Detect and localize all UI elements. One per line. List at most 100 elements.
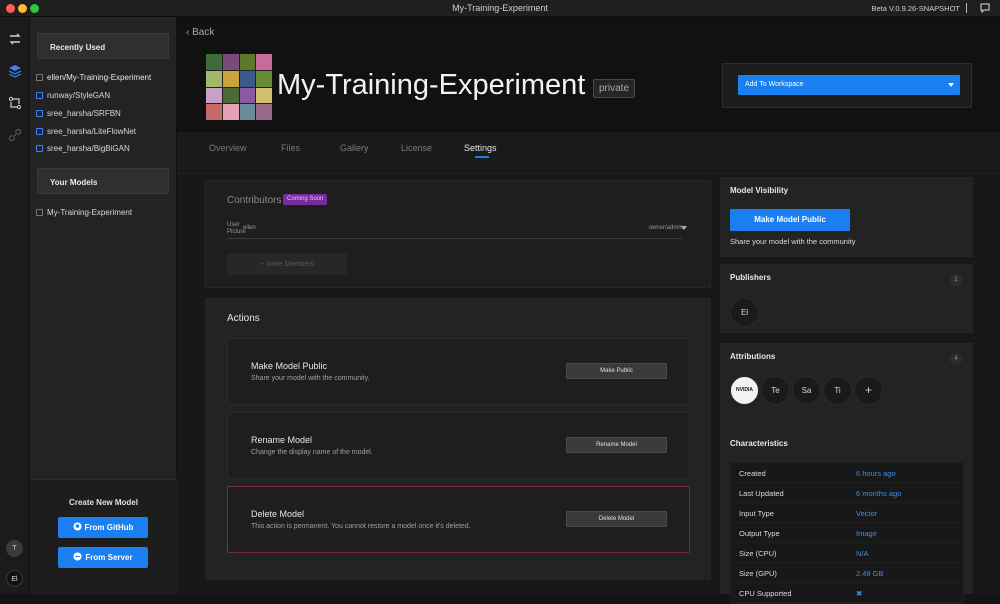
role-select[interactable]: owner/admin — [649, 225, 683, 231]
actions-title: Actions — [227, 313, 260, 324]
publisher-avatar[interactable]: El — [730, 298, 759, 327]
contributors-title: Contributors — [227, 195, 282, 206]
divider — [966, 3, 967, 13]
rename-model-button[interactable]: Rename Model — [566, 437, 667, 453]
publishers-panel: Publishers 1 El — [720, 264, 973, 333]
back-button[interactable]: ‹ Back — [186, 27, 214, 38]
sidebar-item-srfbn[interactable]: sree_harsha/SRFBN — [36, 109, 121, 118]
sidebar-item-liteflownet[interactable]: sree_harsha/LiteFlowNet — [36, 127, 136, 136]
model-name: LiteFlowNet — [93, 127, 136, 136]
from-github-button[interactable]: From GitHub — [58, 517, 148, 538]
workspace-panel: Add To Workspace — [722, 63, 972, 108]
recently-used-header: Recently Used — [37, 33, 169, 59]
model-thumbnail — [206, 54, 272, 120]
tab-gallery[interactable]: Gallery — [340, 143, 369, 153]
row-label: Created — [739, 469, 766, 478]
user-avatar[interactable]: El — [6, 570, 23, 587]
characteristics-title: Characteristics — [730, 439, 788, 448]
coming-soon-badge: Coming Soon — [283, 194, 328, 205]
row-value: 2.49 GB — [856, 569, 884, 578]
tab-files[interactable]: Files — [281, 143, 300, 153]
row-value: Image — [856, 529, 877, 538]
sidebar-item-stylegan[interactable]: runway/StyleGAN — [36, 91, 110, 100]
add-to-workspace-dropdown[interactable]: Add To Workspace — [738, 75, 960, 95]
main-content: ‹ Back My-Training-Experiment private Ad… — [177, 17, 1000, 604]
create-model-section: Create New Model From GitHub From Server — [30, 479, 177, 594]
invite-members-button[interactable]: + Invite Members — [227, 254, 347, 275]
sidebar: Recently Used ellen/My-Training-Experime… — [30, 17, 177, 594]
model-name: StyleGAN — [75, 91, 111, 100]
row-value: Vector — [856, 509, 878, 518]
from-server-button[interactable]: From Server — [58, 547, 148, 568]
workflow-icon[interactable] — [7, 95, 23, 111]
model-name: SRFBN — [93, 109, 121, 118]
model-header: ‹ Back My-Training-Experiment private Ad… — [177, 17, 1000, 132]
server-icon — [73, 552, 82, 561]
table-row: Size (GPU) 2.49 GB — [731, 563, 963, 583]
row-value: 6 months ago — [856, 489, 902, 498]
tab-settings[interactable]: Settings — [464, 143, 497, 153]
divider — [227, 238, 682, 239]
delete-model-card: Delete Model This action is permanent. Y… — [227, 486, 690, 553]
avatar[interactable]: T — [6, 540, 23, 557]
nvidia-logo[interactable]: NVIDIA — [730, 376, 759, 405]
lock-icon — [36, 74, 43, 81]
icon-rail: T El — [0, 17, 30, 594]
layers-icon[interactable] — [7, 63, 23, 79]
lock-icon — [36, 209, 43, 216]
visibility-description: Share your model with the community — [730, 237, 856, 246]
card-description: Change the display name of the model. — [251, 449, 373, 456]
sidebar-item-your-model[interactable]: My-Training-Experiment — [36, 208, 132, 217]
tab-license[interactable]: License — [401, 143, 432, 153]
model-icon — [36, 92, 43, 99]
model-icon — [36, 128, 43, 135]
add-attribution-button[interactable]: + — [854, 376, 883, 405]
contributors-panel: Contributors Coming Soon User Picture el… — [205, 180, 711, 288]
card-title: Rename Model — [251, 435, 313, 445]
rename-model-card: Rename Model Change the display name of … — [227, 412, 690, 479]
window-title: My-Training-Experiment — [452, 3, 548, 13]
characteristics-panel: Characteristics Created 6 hours ago Last … — [720, 430, 973, 604]
back-label: Back — [192, 27, 215, 38]
model-icon — [36, 110, 43, 117]
attribution-avatar[interactable]: Ti — [823, 376, 852, 405]
table-row: Created 6 hours ago — [731, 463, 963, 483]
table-row: CPU Supported ✖ — [731, 583, 963, 603]
card-description: Share your model with the community. — [251, 375, 370, 382]
github-icon — [72, 522, 82, 531]
tab-bar: Overview Files Gallery License Settings — [177, 132, 1000, 174]
card-title: Make Model Public — [251, 361, 328, 371]
card-title: Delete Model — [251, 509, 305, 519]
model-visibility-title: Model Visibility — [730, 186, 789, 195]
version-label: Beta V.0.9.26-SNAPSHOT — [871, 4, 960, 13]
sidebar-item-bigbigan[interactable]: sree_harsha/BigBiGAN — [36, 144, 130, 153]
row-label: Input Type — [739, 509, 774, 518]
make-public-button[interactable]: Make Public — [566, 363, 667, 379]
row-label: Last Updated — [739, 489, 784, 498]
owner-label: sree_harsha/ — [47, 127, 94, 136]
characteristics-table: Created 6 hours ago Last Updated 6 months … — [730, 462, 964, 604]
attribution-avatar[interactable]: Sa — [792, 376, 821, 405]
table-row: Output Type Image — [731, 523, 963, 543]
add-to-workspace-label: Add To Workspace — [745, 81, 804, 88]
owner-label: sree_harsha/ — [47, 144, 94, 153]
chat-icon[interactable] — [980, 3, 990, 13]
sidebar-item-my-training-experiment[interactable]: ellen/My-Training-Experiment — [36, 73, 151, 82]
delete-model-button[interactable]: Delete Model — [566, 511, 667, 527]
table-row: Last Updated 6 months ago — [731, 483, 963, 503]
visibility-badge: private — [593, 79, 636, 98]
attribution-avatar[interactable]: Te — [761, 376, 790, 405]
link-icon[interactable] — [7, 127, 23, 143]
row-label: Output Type — [739, 529, 780, 538]
model-icon — [36, 145, 43, 152]
attributions-title: Attributions — [730, 352, 776, 361]
tab-overview[interactable]: Overview — [209, 143, 247, 153]
owner-label: runway/ — [47, 91, 76, 100]
swap-arrows-icon[interactable] — [7, 31, 23, 47]
attributions-count: 4 — [950, 353, 962, 365]
create-model-title: Create New Model — [69, 498, 138, 507]
table-row: Size (CPU) N/A — [731, 543, 963, 563]
from-server-label: From Server — [85, 553, 133, 562]
make-model-public-button[interactable]: Make Model Public — [730, 209, 850, 231]
attributions-panel: Attributions 4 NVIDIA Te Sa Ti + — [720, 343, 973, 439]
